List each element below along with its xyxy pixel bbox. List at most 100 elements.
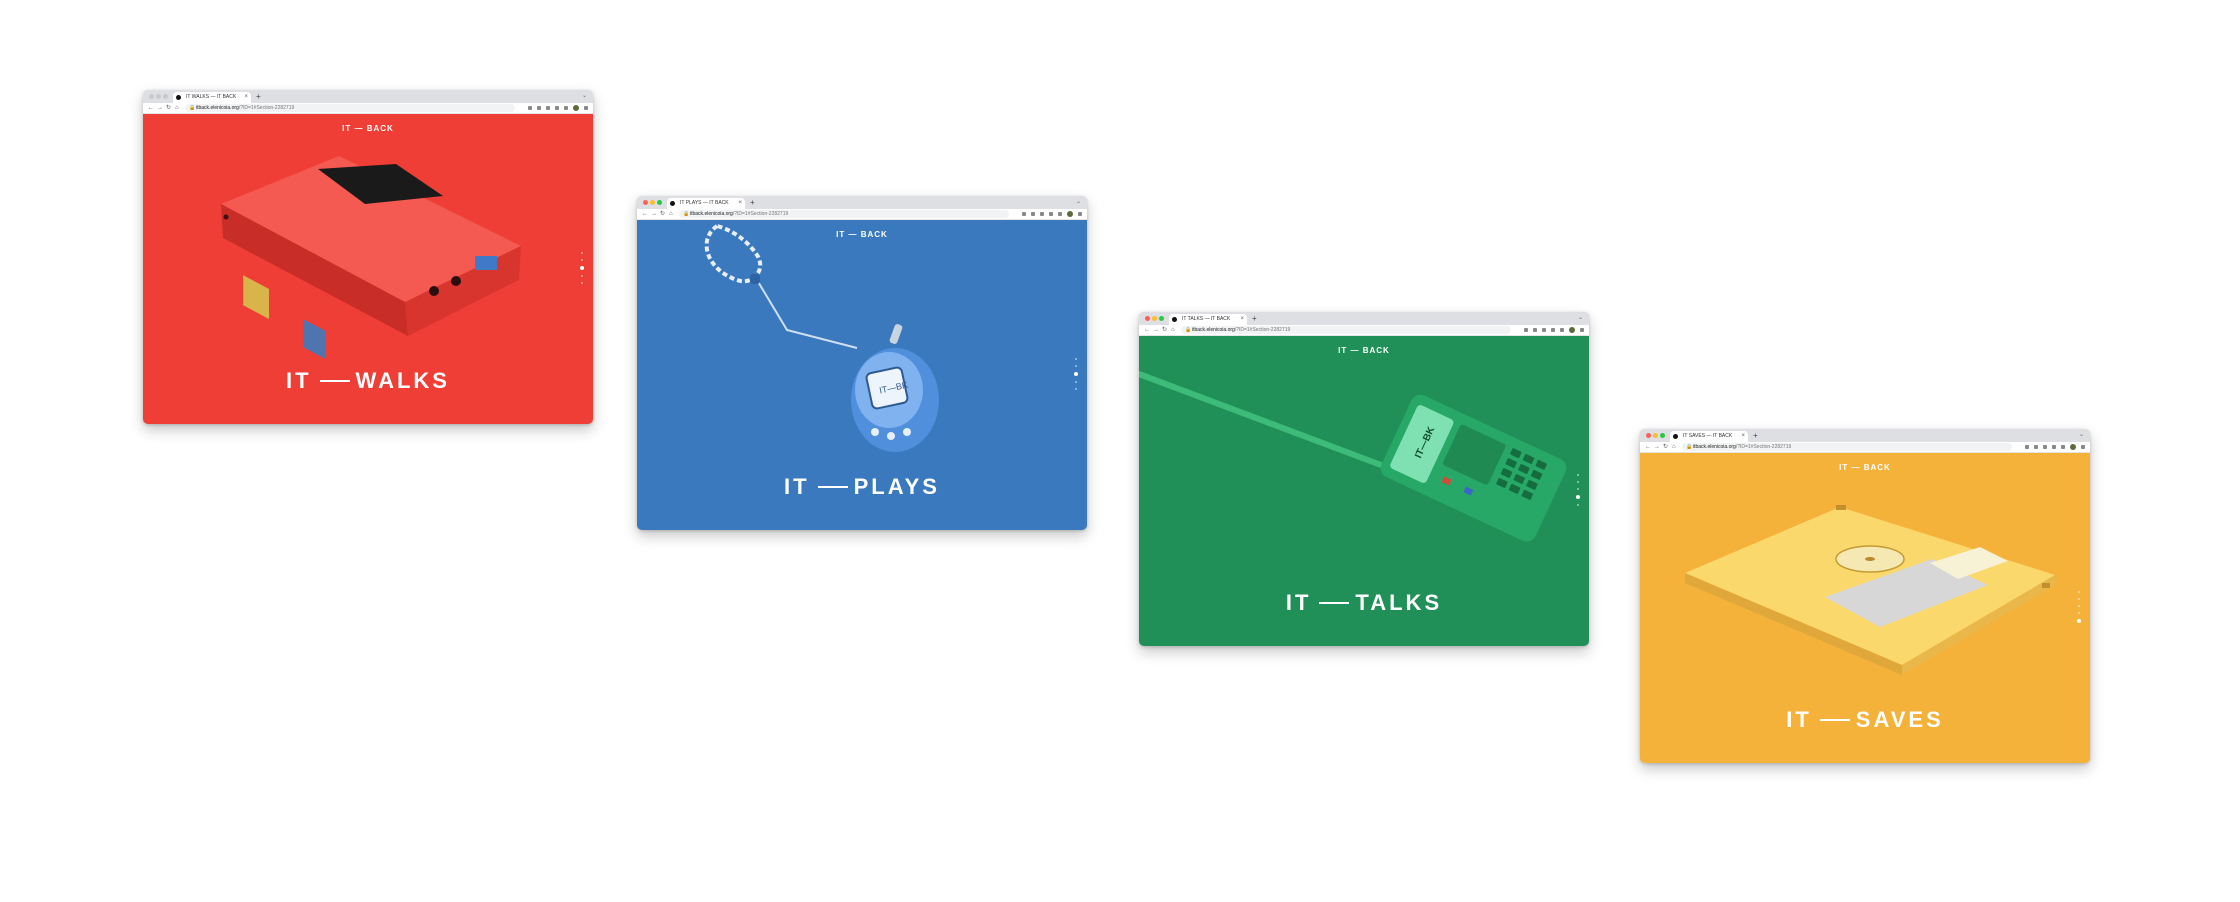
profile-avatar-icon[interactable] bbox=[1067, 211, 1073, 217]
more-menu-icon[interactable] bbox=[2081, 445, 2085, 449]
headline-it: IT bbox=[1786, 707, 1812, 732]
home-icon[interactable]: ⌂ bbox=[669, 209, 673, 219]
address-bar[interactable]: 🔒 itback.elenicoia.org/?ID=1#Section-228… bbox=[679, 210, 1009, 218]
window-maximize-dot[interactable] bbox=[1660, 433, 1665, 438]
pager-dot[interactable] bbox=[1577, 481, 1579, 483]
zoom-icon[interactable] bbox=[1524, 328, 1528, 332]
browser-tab[interactable]: IT PLAYS — IT BACK × bbox=[667, 198, 745, 209]
pager-dot[interactable] bbox=[1075, 358, 1077, 360]
window-close-dot[interactable] bbox=[149, 94, 154, 99]
zoom-icon[interactable] bbox=[2025, 445, 2029, 449]
window-close-dot[interactable] bbox=[1646, 433, 1651, 438]
share-icon[interactable] bbox=[1031, 212, 1035, 216]
new-tab-icon[interactable]: + bbox=[750, 196, 755, 209]
bookmark-star-icon[interactable] bbox=[2043, 445, 2047, 449]
pager-dot[interactable] bbox=[1577, 504, 1579, 506]
pager-dot[interactable] bbox=[1075, 365, 1077, 367]
pager-dot[interactable] bbox=[2078, 598, 2080, 600]
window-maximize-dot[interactable] bbox=[163, 94, 168, 99]
bookmark-star-icon[interactable] bbox=[546, 106, 550, 110]
profile-avatar-icon[interactable] bbox=[1569, 327, 1575, 333]
back-arrow-icon[interactable]: ← bbox=[1144, 325, 1150, 335]
browser-tab[interactable]: IT WALKS — IT BACK × bbox=[173, 92, 251, 103]
pager-dot-active[interactable] bbox=[1074, 372, 1078, 376]
share-icon[interactable] bbox=[1533, 328, 1537, 332]
window-minimize-dot[interactable] bbox=[1152, 316, 1157, 321]
pager-dot[interactable] bbox=[581, 282, 583, 284]
browser-tab[interactable]: IT SAVES — IT BACK × bbox=[1670, 431, 1748, 442]
pager-dot-active[interactable] bbox=[1576, 495, 1580, 499]
reload-icon[interactable]: ↻ bbox=[166, 103, 171, 113]
zoom-icon[interactable] bbox=[1022, 212, 1026, 216]
close-tab-icon[interactable]: × bbox=[1741, 431, 1745, 442]
back-arrow-icon[interactable]: ← bbox=[1645, 442, 1651, 452]
window-maximize-dot[interactable] bbox=[657, 200, 662, 205]
address-bar[interactable]: 🔒 itback.elenicoia.org/?ID=1#Section-228… bbox=[1682, 443, 2012, 451]
tab-menu-chevron-icon[interactable]: ⌄ bbox=[1578, 312, 1583, 325]
home-icon[interactable]: ⌂ bbox=[175, 103, 179, 113]
pager-dot[interactable] bbox=[2078, 612, 2080, 614]
bookmark-star-icon[interactable] bbox=[1542, 328, 1546, 332]
forward-arrow-icon[interactable]: → bbox=[1654, 442, 1660, 452]
bookmark-star-icon[interactable] bbox=[1040, 212, 1044, 216]
pager-dot[interactable] bbox=[1577, 474, 1579, 476]
pager-dot[interactable] bbox=[581, 259, 583, 261]
profile-avatar-icon[interactable] bbox=[573, 105, 579, 111]
reload-icon[interactable]: ↻ bbox=[1162, 325, 1167, 335]
back-arrow-icon[interactable]: ← bbox=[642, 209, 648, 219]
address-bar[interactable]: 🔒 itback.elenicoia.org/?ID=1#Section-228… bbox=[1181, 326, 1511, 334]
pager-dot[interactable] bbox=[581, 252, 583, 254]
window-minimize-dot[interactable] bbox=[650, 200, 655, 205]
pager-dot[interactable] bbox=[2078, 605, 2080, 607]
more-menu-icon[interactable] bbox=[1580, 328, 1584, 332]
new-tab-icon[interactable]: + bbox=[1252, 312, 1257, 325]
window-minimize-dot[interactable] bbox=[156, 94, 161, 99]
pager-dot[interactable] bbox=[1577, 488, 1579, 490]
close-tab-icon[interactable]: × bbox=[738, 198, 742, 209]
more-menu-icon[interactable] bbox=[584, 106, 588, 110]
pager-dot[interactable] bbox=[1075, 388, 1077, 390]
extensions-icon[interactable] bbox=[1551, 328, 1555, 332]
pager-dot[interactable] bbox=[581, 275, 583, 277]
extensions-icon[interactable] bbox=[2052, 445, 2056, 449]
reload-icon[interactable]: ↻ bbox=[660, 209, 665, 219]
share-icon[interactable] bbox=[2034, 445, 2038, 449]
tab-menu-chevron-icon[interactable]: ⌄ bbox=[1076, 196, 1081, 209]
sidebar-icon[interactable] bbox=[1058, 212, 1062, 216]
window-minimize-dot[interactable] bbox=[1653, 433, 1658, 438]
forward-arrow-icon[interactable]: → bbox=[157, 103, 163, 113]
share-icon[interactable] bbox=[537, 106, 541, 110]
section-pager bbox=[2077, 591, 2081, 623]
sidebar-icon[interactable] bbox=[1560, 328, 1564, 332]
site-favicon-icon bbox=[670, 201, 675, 206]
window-maximize-dot[interactable] bbox=[1159, 316, 1164, 321]
tab-menu-chevron-icon[interactable]: ⌄ bbox=[2079, 429, 2084, 442]
tab-menu-chevron-icon[interactable]: ⌄ bbox=[582, 90, 587, 103]
zoom-icon[interactable] bbox=[528, 106, 532, 110]
profile-avatar-icon[interactable] bbox=[2070, 444, 2076, 450]
pager-dot-active[interactable] bbox=[580, 266, 584, 270]
new-tab-icon[interactable]: + bbox=[256, 90, 261, 103]
page-viewport: IT — BACK IT—BK IT PLAYS bbox=[637, 220, 1087, 530]
window-close-dot[interactable] bbox=[1145, 316, 1150, 321]
close-tab-icon[interactable]: × bbox=[1240, 314, 1244, 325]
more-menu-icon[interactable] bbox=[1078, 212, 1082, 216]
address-bar[interactable]: 🔒 itback.elenicoia.org/?ID=1#Section-228… bbox=[185, 104, 515, 112]
close-tab-icon[interactable]: × bbox=[244, 92, 248, 103]
pager-dot[interactable] bbox=[1075, 381, 1077, 383]
forward-arrow-icon[interactable]: → bbox=[1153, 325, 1159, 335]
new-tab-icon[interactable]: + bbox=[1753, 429, 1758, 442]
extensions-icon[interactable] bbox=[555, 106, 559, 110]
forward-arrow-icon[interactable]: → bbox=[651, 209, 657, 219]
extensions-icon[interactable] bbox=[1049, 212, 1053, 216]
sidebar-icon[interactable] bbox=[2061, 445, 2065, 449]
home-icon[interactable]: ⌂ bbox=[1672, 442, 1676, 452]
reload-icon[interactable]: ↻ bbox=[1663, 442, 1668, 452]
home-icon[interactable]: ⌂ bbox=[1171, 325, 1175, 335]
pager-dot-active[interactable] bbox=[2077, 619, 2081, 623]
pager-dot[interactable] bbox=[2078, 591, 2080, 593]
window-close-dot[interactable] bbox=[643, 200, 648, 205]
back-arrow-icon[interactable]: ← bbox=[148, 103, 154, 113]
sidebar-icon[interactable] bbox=[564, 106, 568, 110]
browser-tab[interactable]: IT TALKS — IT BACK × bbox=[1169, 314, 1247, 325]
